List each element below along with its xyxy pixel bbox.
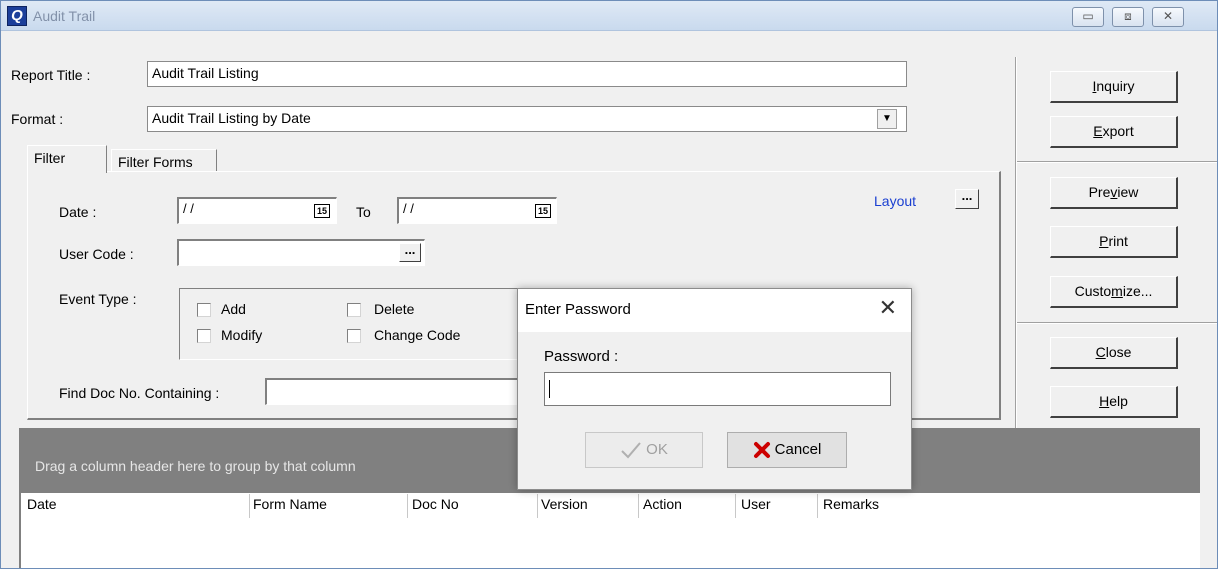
ellipsis-icon: ...: [404, 242, 416, 257]
column-separator[interactable]: [817, 494, 818, 518]
minimize-icon: ▭: [1082, 9, 1094, 23]
date-from-value: / /: [183, 201, 194, 216]
format-label: Format :: [11, 111, 64, 127]
tab-filter[interactable]: Filter: [27, 145, 107, 173]
delete-checkbox[interactable]: [347, 303, 361, 317]
delete-label: Delete: [374, 301, 415, 317]
event-type-group: [179, 288, 519, 360]
calendar-from-icon[interactable]: 15: [314, 204, 330, 218]
user-code-label: User Code :: [59, 246, 134, 262]
dialog-close-button[interactable]: ✕: [879, 295, 897, 321]
find-doc-input[interactable]: [265, 378, 525, 405]
text-cursor: [549, 380, 550, 398]
print-button[interactable]: Print: [1050, 226, 1178, 258]
close-window-button[interactable]: ✕: [1152, 7, 1184, 27]
help-button[interactable]: Help: [1050, 386, 1178, 418]
title-bar[interactable]: Q Audit Trail ▭ ⧈ ✕: [1, 1, 1217, 31]
calendar-to-icon[interactable]: 15: [535, 204, 551, 218]
modify-label: Modify: [221, 327, 263, 343]
check-icon: [621, 442, 641, 459]
user-code-lookup-button[interactable]: ...: [399, 243, 421, 262]
date-to-label: To: [356, 204, 371, 220]
add-checkbox[interactable]: [197, 303, 211, 317]
tab-filter-forms-label: Filter Forms: [118, 154, 193, 170]
close-icon: ✕: [878, 295, 897, 320]
tab-filter-forms[interactable]: Filter Forms: [111, 149, 217, 172]
ok-button[interactable]: OK: [585, 432, 703, 468]
preview-button[interactable]: Preview: [1050, 177, 1178, 209]
format-dropdown-button[interactable]: ▼: [877, 109, 897, 129]
column-separator[interactable]: [735, 494, 736, 518]
x-icon: [753, 442, 770, 459]
restore-button[interactable]: ⧈: [1112, 7, 1144, 27]
audit-trail-window: Q Audit Trail ▭ ⧈ ✕ Report Title : Audit…: [0, 0, 1218, 569]
report-title-input[interactable]: Audit Trail Listing: [147, 61, 907, 87]
column-header-remarks[interactable]: Remarks: [823, 496, 879, 512]
modify-checkbox[interactable]: [197, 329, 211, 343]
column-header-version[interactable]: Version: [541, 496, 588, 512]
layout-button[interactable]: ...: [955, 189, 979, 209]
date-to-input[interactable]: / /: [397, 197, 557, 224]
export-button[interactable]: Export: [1050, 116, 1178, 148]
tab-filter-label: Filter: [34, 150, 66, 166]
separator-2: [1017, 322, 1217, 324]
change-code-checkbox[interactable]: [347, 329, 361, 343]
vertical-separator: [1015, 57, 1017, 429]
separator-1: [1017, 161, 1217, 163]
column-header-action[interactable]: Action: [643, 496, 682, 512]
user-code-input[interactable]: [177, 239, 425, 266]
column-header-form-name[interactable]: Form Name: [253, 496, 327, 512]
column-header-date[interactable]: Date: [27, 496, 57, 512]
event-type-label: Event Type :: [59, 291, 137, 307]
ellipsis-icon: ...: [961, 188, 973, 203]
cancel-label: Cancel: [774, 441, 822, 458]
format-select[interactable]: Audit Trail Listing by Date: [147, 106, 907, 132]
column-separator[interactable]: [537, 494, 538, 518]
date-to-value: / /: [403, 201, 414, 216]
inquiry-button[interactable]: Inquiry: [1050, 71, 1178, 103]
date-from-input[interactable]: / /: [177, 197, 337, 224]
column-header-user[interactable]: User: [741, 496, 771, 512]
group-by-hint: Drag a column header here to group by th…: [35, 458, 356, 474]
column-separator[interactable]: [407, 494, 408, 518]
column-separator[interactable]: [638, 494, 639, 518]
dialog-title-bar[interactable]: Enter Password ✕: [518, 289, 911, 332]
customize-button[interactable]: Customize...: [1050, 276, 1178, 308]
date-label: Date :: [59, 204, 97, 220]
chevron-down-icon: ▼: [882, 113, 892, 124]
password-label: Password :: [544, 348, 619, 365]
column-header-doc-no[interactable]: Doc No: [412, 496, 459, 512]
password-input[interactable]: [544, 372, 891, 406]
find-doc-label: Find Doc No. Containing :: [59, 385, 220, 401]
app-logo-icon: Q: [7, 6, 27, 26]
close-button[interactable]: Close: [1050, 337, 1178, 369]
restore-icon: ⧈: [1124, 9, 1132, 23]
change-code-label: Change Code: [374, 327, 461, 343]
add-label: Add: [221, 301, 246, 317]
cancel-button[interactable]: Cancel: [727, 432, 847, 468]
minimize-button[interactable]: ▭: [1072, 7, 1104, 27]
report-title-label: Report Title :: [11, 67, 91, 83]
password-dialog: Enter Password ✕ Password : OK Cancel: [517, 288, 912, 490]
close-icon: ✕: [1162, 9, 1174, 23]
layout-link[interactable]: Layout: [874, 193, 916, 209]
window-title: Audit Trail: [33, 8, 96, 24]
dialog-title: Enter Password: [525, 301, 631, 318]
format-value: Audit Trail Listing by Date: [152, 110, 311, 126]
column-separator[interactable]: [249, 494, 250, 518]
ok-label: OK: [646, 441, 668, 458]
